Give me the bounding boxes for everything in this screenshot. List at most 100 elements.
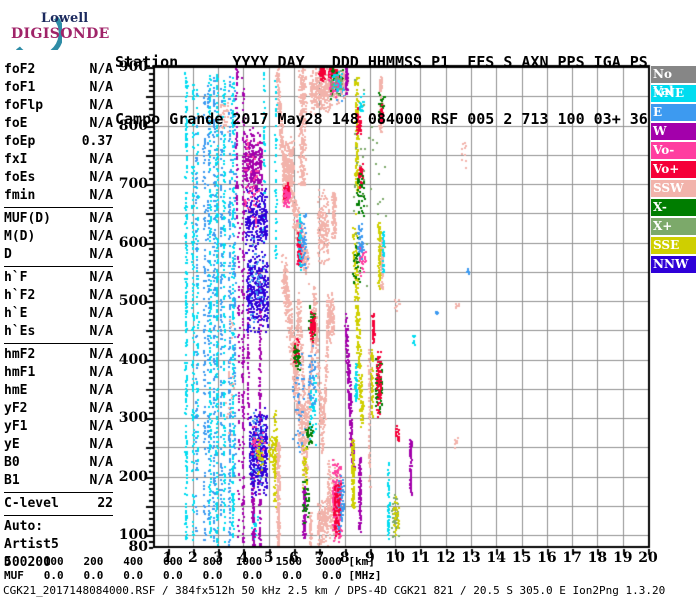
parameter-row: yF2 N/A — [4, 400, 113, 418]
parameter-value: N/A — [89, 419, 113, 434]
parameter-label: B0 — [4, 455, 20, 470]
parameter-label: h`E — [4, 306, 28, 321]
parameter-value: N/A — [89, 401, 113, 416]
parameter-label: h`F2 — [4, 288, 36, 303]
parameter-value: N/A — [89, 437, 113, 452]
parameter-value: N/A — [89, 62, 113, 77]
legend-item-vo: Vo+ — [651, 161, 696, 178]
parameter-row: M(D) N/A — [4, 228, 113, 246]
parameter-value: N/A — [89, 347, 113, 362]
parameter-row: foF2 N/A — [4, 61, 113, 79]
parameter-label: yE — [4, 437, 20, 452]
parameter-label: D — [4, 247, 12, 262]
parameter-group: foF2 N/A foF1 N/A foFlp N/A foE N/A foEp 0.37 fxI N… — [4, 61, 113, 208]
parameter-value: N/A — [89, 116, 113, 131]
y-axis-tick-label: 800 — [118, 117, 148, 134]
y-axis-tick-label: 400 — [118, 351, 148, 368]
parameter-row: MUF(D) N/A — [4, 210, 113, 228]
parameter-value: 22 — [97, 496, 113, 511]
parameter-row: hmF1 N/A — [4, 364, 113, 382]
header-values: Campo Grande 2017 May28 148 084000 RSF 0… — [115, 110, 648, 128]
parameter-row: h`E N/A — [4, 305, 113, 323]
parameter-label: foF1 — [4, 80, 36, 95]
parameter-label: foF2 — [4, 62, 36, 77]
x-axis-tick-label: 5 — [263, 550, 274, 566]
parameter-value: N/A — [89, 473, 113, 488]
header-column-labels: Station YYYY DAY DDD HHMMSS P1 FFS S AXN… — [115, 53, 648, 71]
parameter-label: B1 — [4, 473, 20, 488]
parameter-label: C-level — [4, 496, 59, 511]
parameter-label: M(D) — [4, 229, 36, 244]
logo-digisonde-text: DIGISONDE — [11, 26, 110, 42]
x-axis-tick-label: 17 — [562, 550, 582, 566]
parameter-row: h`F2 N/A — [4, 287, 113, 305]
parameter-value: N/A — [89, 324, 113, 339]
x-axis-tick-label: 13 — [461, 550, 481, 566]
x-axis-tick-label: 15 — [511, 550, 532, 566]
parameter-label: foEp — [4, 134, 36, 149]
parameter-value: N/A — [89, 170, 113, 185]
parameter-row: h`Es N/A — [4, 323, 113, 341]
parameter-row: h`F N/A — [4, 269, 113, 287]
legend-item-nnw: NNW — [651, 256, 696, 273]
parameter-label: yF1 — [4, 419, 28, 434]
y-axis-tick-label: 300 — [118, 410, 148, 427]
echo-direction-legend: No ValNNE EW Vo- Vo+ SSW X- X+ SSE NNW — [651, 66, 696, 275]
parameter-label: fmin — [4, 188, 36, 203]
x-axis-tick-label: 12 — [435, 550, 456, 566]
parameter-group: C-level 22 — [4, 495, 113, 516]
parameter-row: B0 N/A — [4, 454, 113, 472]
legend-item-x: X+ — [651, 218, 696, 235]
parameter-value: N/A — [89, 80, 113, 95]
parameter-row: foEs N/A — [4, 169, 113, 187]
lowell-digisonde-logo: Lowell DIGISONDE — [2, 2, 110, 52]
parameter-group: h`F N/A h`F2 N/A h`E N/A h`Es N/A — [4, 269, 113, 344]
parameter-row: fxI N/A — [4, 151, 113, 169]
parameter-label: MUF(D) — [4, 211, 51, 226]
parameter-label: hmE — [4, 383, 28, 398]
x-axis-tick-label: 9 — [365, 550, 375, 566]
x-axis-tick-label: 11 — [410, 550, 431, 566]
parameter-row: foF1 N/A — [4, 79, 113, 97]
parameter-group: MUF(D) N/A M(D) N/A D N/A — [4, 210, 113, 267]
legend-item-e: E — [651, 104, 696, 121]
parameter-row: yF1 N/A — [4, 418, 113, 436]
parameter-value: N/A — [89, 455, 113, 470]
y-axis-tick-label: 80 — [128, 539, 148, 555]
parameter-value: N/A — [89, 211, 113, 226]
legend-item-nne: NNE — [651, 85, 696, 102]
legend-item-ssw: SSW — [651, 180, 696, 197]
parameter-group: hmF2 N/A hmF1 N/A hmE N/A yF2 N/A yF1 N/A yE N/A B0 N… — [4, 346, 113, 493]
file-info-row: CGK21_2017148084000.RSF / 384fx512h 50 k… — [3, 584, 666, 597]
legend-item-x: X- — [651, 199, 696, 216]
autoscaler-text: Auto: — [4, 519, 44, 534]
legend-item-sse: SSE — [651, 237, 696, 254]
x-axis-tick-label: 18 — [587, 550, 608, 566]
parameter-label: hmF2 — [4, 347, 36, 362]
parameter-row: foE N/A — [4, 115, 113, 133]
parameter-label: h`Es — [4, 324, 36, 339]
parameter-value: 0.37 — [81, 134, 113, 149]
y-axis-tick-label: 500 — [118, 293, 148, 310]
y-axis-tick-label: 700 — [118, 176, 148, 193]
x-axis-tick-label: 14 — [486, 550, 507, 566]
parameter-value: N/A — [89, 306, 113, 321]
muf-row: MUF 0.0 0.0 0.0 0.0 0.0 0.0 0.0 0.0 [MHz… — [4, 569, 382, 582]
legend-item-w: W — [651, 123, 696, 140]
parameter-row: C-level 22 — [4, 495, 113, 513]
x-axis-tick-label: 20 — [638, 550, 658, 566]
parameter-label: yF2 — [4, 401, 28, 416]
parameter-row: yE N/A — [4, 436, 113, 454]
parameter-label: fxI — [4, 152, 28, 167]
x-axis-tick-label: 4 — [238, 550, 249, 566]
x-axis-tick-label: 3 — [213, 550, 224, 566]
parameter-panel: foF2 N/A foF1 N/A foFlp N/A foE N/A foEp 0.37 fxI N… — [4, 61, 113, 576]
parameter-value: N/A — [89, 152, 113, 167]
x-axis-tick-label: 8 — [339, 550, 350, 566]
parameter-value: N/A — [89, 270, 113, 285]
parameter-value: N/A — [89, 383, 113, 398]
parameter-row: foEp 0.37 — [4, 133, 113, 151]
x-axis-tick-label: 6 — [289, 550, 299, 566]
parameter-label: foEs — [4, 170, 36, 185]
parameter-value: N/A — [89, 229, 113, 244]
